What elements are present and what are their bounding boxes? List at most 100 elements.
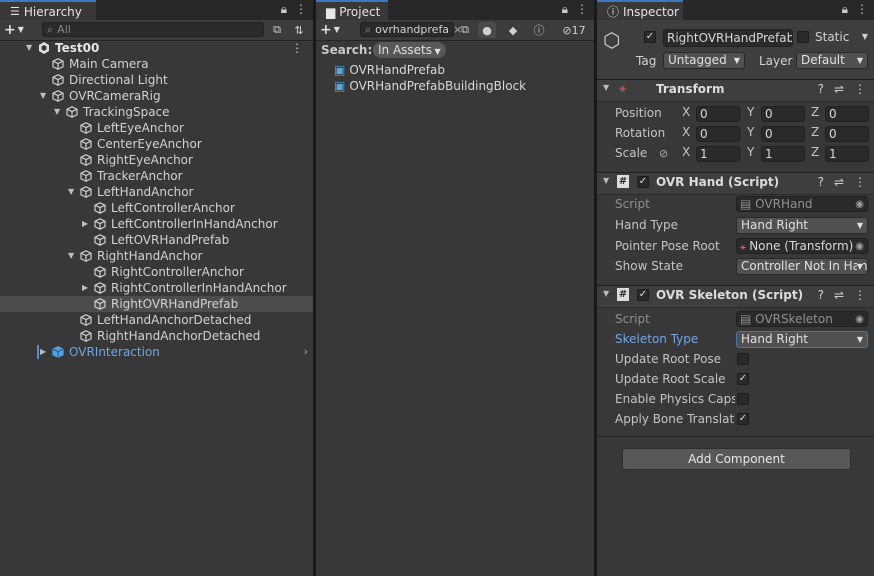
help-icon[interactable]: ? [818, 175, 824, 189]
hierarchy-item[interactable]: RightControllerAnchor [0, 264, 313, 280]
hierarchy-item[interactable]: LeftOVRHandPrefab [0, 232, 313, 248]
tag-dropdown[interactable]: Untagged ▼ [663, 52, 745, 69]
log-icon[interactable]: ⓘ [530, 22, 548, 38]
project-tab[interactable]: ▆ Project [316, 0, 388, 21]
search-by-type-button[interactable]: ⧉ [456, 22, 474, 38]
axis-label[interactable]: Y [747, 105, 754, 119]
component-enabled-checkbox[interactable]: ✓ [637, 176, 649, 188]
fold-arrow-icon[interactable]: ▼ [603, 289, 609, 298]
create-button[interactable]: + ▼ [4, 21, 32, 38]
hierarchy-item[interactable]: Directional Light [0, 72, 313, 88]
expanded-arrow-icon[interactable]: ▼ [26, 40, 36, 56]
asset-item[interactable]: ▣ OVRHandPrefab [334, 62, 445, 78]
hierarchy-item[interactable]: ▶ LeftControllerInHandAnchor [0, 216, 313, 232]
axis-label[interactable]: Z [811, 105, 819, 119]
hierarchy-item[interactable]: ▶ OVRInteraction [0, 344, 313, 360]
chevron-down-icon[interactable]: ▼ [862, 32, 868, 41]
update-root-pose-checkbox[interactable] [737, 353, 749, 365]
expanded-arrow-icon[interactable]: ▼ [40, 88, 50, 104]
asset-item[interactable]: ▣ OVRHandPrefabBuildingBlock [334, 78, 526, 94]
presets-icon[interactable]: ⇌ [834, 175, 844, 189]
transform-header[interactable]: ▼ ⚹ Transform ? ⇌ ⋮ [597, 79, 874, 102]
rotation-x-field[interactable]: 0 [696, 126, 740, 142]
kebab-menu-icon[interactable]: ⋮ [576, 2, 588, 17]
scene-filter-button[interactable]: ⧉ [268, 22, 286, 38]
kebab-menu-icon[interactable]: ⋮ [854, 82, 866, 96]
axis-label[interactable]: Y [747, 125, 754, 139]
axis-label[interactable]: X [682, 105, 690, 119]
kebab-menu-icon[interactable]: ⋮ [291, 40, 303, 56]
lock-icon[interactable]: 🔒︎ [281, 2, 287, 17]
enable-physics-capsules-checkbox[interactable] [737, 393, 749, 405]
filter-by-type-button[interactable]: ● [478, 22, 496, 38]
show-state-dropdown[interactable]: Controller Not In Hand ▼ [736, 258, 868, 275]
hierarchy-item[interactable]: CenterEyeAnchor [0, 136, 313, 152]
hierarchy-item[interactable]: ▼ OVRCameraRig [0, 88, 313, 104]
inspector-tab[interactable]: ⓘ Inspector [597, 0, 683, 21]
pointer-pose-root-field[interactable]: ⚹ None (Transform) ◉ [736, 238, 868, 254]
position-x-field[interactable]: 0 [696, 106, 740, 122]
scale-x-field[interactable]: 1 [696, 146, 740, 162]
hierarchy-item[interactable]: LeftEyeAnchor [0, 120, 313, 136]
layer-dropdown[interactable]: Default ▼ [796, 52, 868, 69]
hierarchy-item[interactable]: ▼ Test00 ⋮ [0, 40, 313, 56]
hierarchy-item[interactable]: ▼ RightHandAnchor [0, 248, 313, 264]
collapsed-arrow-icon[interactable]: ▶ [40, 344, 50, 360]
expanded-arrow-icon[interactable]: ▼ [68, 184, 78, 200]
object-name-field[interactable]: RightOVRHandPrefab [663, 29, 793, 47]
axis-label[interactable]: Z [811, 125, 819, 139]
axis-label[interactable]: Z [811, 145, 819, 159]
project-search-input[interactable]: ⌕ ovrhandprefa × [360, 22, 462, 37]
scale-y-field[interactable]: 1 [761, 146, 805, 162]
hierarchy-item[interactable]: ▼ LeftHandAnchor [0, 184, 313, 200]
lock-icon[interactable]: 🔒︎ [562, 2, 568, 17]
hand-type-dropdown[interactable]: Hand Right ▼ [736, 217, 868, 234]
position-y-field[interactable]: 0 [761, 106, 805, 122]
help-icon[interactable]: ? [818, 82, 824, 96]
presets-icon[interactable]: ⇌ [834, 82, 844, 96]
hierarchy-item[interactable]: RightEyeAnchor [0, 152, 313, 168]
rotation-y-field[interactable]: 0 [761, 126, 805, 142]
skeleton-type-dropdown[interactable]: Hand Right ▼ [736, 331, 868, 348]
hierarchy-item[interactable]: ▶ RightControllerInHandAnchor [0, 280, 313, 296]
hierarchy-item[interactable]: RightOVRHandPrefab [0, 296, 313, 312]
update-root-scale-checkbox[interactable]: ✓ [737, 373, 749, 385]
hidden-packages-button[interactable]: ⊘ 17 [558, 22, 590, 38]
add-component-button[interactable]: Add Component [622, 448, 851, 470]
ovr-hand-header[interactable]: ▼ # ✓ OVR Hand (Script) ? ⇌ ⋮ [597, 172, 874, 195]
axis-label[interactable]: Y [747, 145, 754, 159]
expand-arrow-icon[interactable]: › [304, 345, 308, 358]
position-z-field[interactable]: 0 [825, 106, 869, 122]
hierarchy-tab[interactable]: ☰ Hierarchy [0, 0, 96, 21]
hierarchy-item[interactable]: ▼ TrackingSpace [0, 104, 313, 120]
hierarchy-search-input[interactable]: ⌕ All [42, 22, 264, 37]
axis-label[interactable]: X [682, 125, 690, 139]
kebab-menu-icon[interactable]: ⋮ [854, 175, 866, 189]
fold-arrow-icon[interactable]: ▼ [603, 176, 609, 185]
hierarchy-item[interactable]: LeftControllerAnchor [0, 200, 313, 216]
scale-z-field[interactable]: 1 [825, 146, 869, 162]
link-scale-icon[interactable]: ⊘ [659, 147, 668, 160]
hierarchy-item[interactable]: RightHandAnchorDetached [0, 328, 313, 344]
collapsed-arrow-icon[interactable]: ▶ [82, 216, 92, 232]
lock-icon[interactable]: 🔒︎ [842, 2, 848, 17]
hierarchy-item[interactable]: LeftHandAnchorDetached [0, 312, 313, 328]
kebab-menu-icon[interactable]: ⋮ [856, 2, 868, 17]
rotation-z-field[interactable]: 0 [825, 126, 869, 142]
collapsed-arrow-icon[interactable]: ▶ [82, 280, 92, 296]
sort-button[interactable]: ⇅ [290, 22, 308, 38]
object-picker-icon[interactable]: ◉ [855, 240, 864, 253]
fold-arrow-icon[interactable]: ▼ [603, 83, 609, 92]
kebab-menu-icon[interactable]: ⋮ [295, 2, 307, 17]
component-enabled-checkbox[interactable]: ✓ [637, 289, 649, 301]
ovr-skeleton-header[interactable]: ▼ # ✓ OVR Skeleton (Script) ? ⇌ ⋮ [597, 285, 874, 308]
hierarchy-item[interactable]: Main Camera [0, 56, 313, 72]
expanded-arrow-icon[interactable]: ▼ [68, 248, 78, 264]
presets-icon[interactable]: ⇌ [834, 288, 844, 302]
active-checkbox[interactable]: ✓ [644, 31, 656, 43]
filter-by-label-button[interactable]: ◆ [504, 22, 522, 38]
axis-label[interactable]: X [682, 145, 690, 159]
static-checkbox[interactable] [797, 31, 809, 43]
expanded-arrow-icon[interactable]: ▼ [54, 104, 64, 120]
hierarchy-item[interactable]: TrackerAnchor [0, 168, 313, 184]
